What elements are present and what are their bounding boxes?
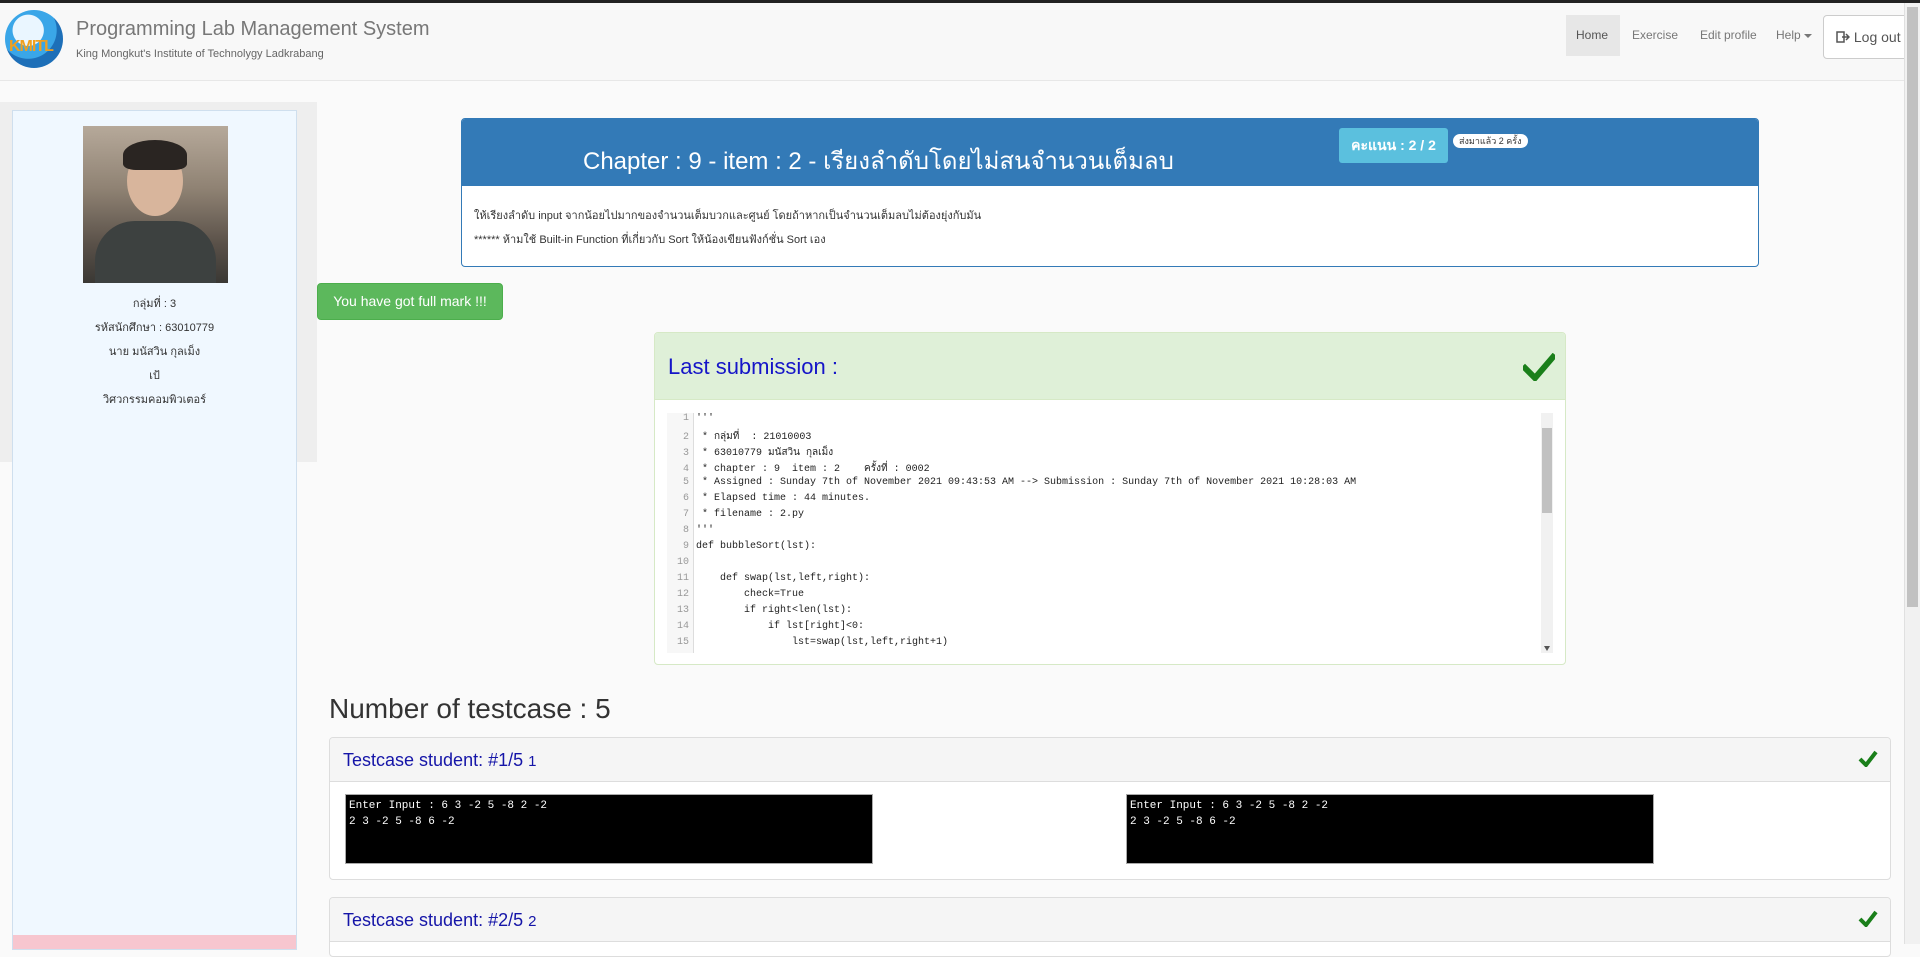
last-submission-panel: Last submission : 1 ''' 2 * กลุ่มที่ : 210… [654,332,1566,665]
check-icon [1858,750,1878,767]
line-number: 10 [667,557,693,568]
testcase-panel: Testcase student: #1/5 1 Enter Input : 6… [329,737,1891,880]
student-photo [83,126,228,283]
code-text: def swap(lst,left,right): [696,573,871,584]
code-line: 4 * chapter : 9 item : 2 ครั้งที่ : 0002 [667,461,930,477]
student-name: นาย มนัสวิน กุลเม็ง [108,346,201,358]
nav-help-dropdown[interactable]: Help [1766,15,1822,56]
line-number: 5 [667,477,693,488]
code-text: if right<len(lst): [696,605,853,616]
code-text: * กลุ่มที่ : 21010003 [696,432,812,443]
chapter-title: Chapter : 9 - item : 2 - เรียงลำดับโดยไม… [583,148,1174,175]
code-line: 13 if right<len(lst): [667,605,852,621]
testcase-count: Number of testcase : 5 [329,693,611,724]
sidebar-footer-strip [13,935,296,949]
nav-exercise[interactable]: Exercise [1622,15,1688,56]
code-text: check=True [696,589,805,600]
logout-button[interactable]: Log out [1823,15,1913,59]
line-number: 1 [667,413,693,424]
student-group: กลุ่มที่ : 3 [132,298,177,310]
code-line: 11 def swap(lst,left,right): [667,573,870,589]
submission-count-badge: ส่งมาแล้ว 2 ครั้ง [1453,134,1528,148]
scroll-down-icon[interactable] [1544,646,1550,651]
nav-home[interactable]: Home [1566,15,1620,56]
student-output-textarea[interactable]: Enter Input : 6 3 -2 5 -8 2 -2 2 3 -2 5 … [345,794,873,864]
line-number: 2 [667,432,693,443]
last-submission-header: Last submission : [655,333,1565,400]
code-line: 1 ''' [667,413,714,429]
sign-out-icon [1836,31,1851,43]
testcase-panel: Testcase student: #2/5 2 [329,897,1891,957]
line-number: 14 [667,621,693,632]
code-line: 2 * กลุ่มที่ : 21010003 [667,429,811,445]
code-line: 8 ''' [667,525,714,541]
code-text: lst=swap(lst,left,right+1) [696,637,949,648]
chapter-panel: Chapter : 9 - item : 2 - เรียงลำดับโดยไม… [461,118,1759,267]
code-text: if lst[right]<0: [696,621,865,632]
testcase-title: Testcase student: #1/5 1 [343,750,537,770]
last-submission-title: Last submission : [668,354,838,379]
logout-label: Log out [1853,29,1901,45]
code-line: 10 [667,557,696,573]
line-number: 6 [667,493,693,504]
code-line: 3 * 63010779 มนัสวิน กุลเม็ง [667,445,833,461]
code-text: def bubbleSort(lst): [696,541,817,552]
code-scrollbar[interactable] [1541,413,1553,653]
code-text: * filename : 2.py [696,509,805,520]
student-profile-panel: กลุ่มที่ : 3 รหัสนักศึกษา : 63010779 นาย… [12,110,297,950]
brand-subtitle: King Mongkut's Institute of Technolygy L… [76,48,324,60]
student-nickname: เป้ [149,370,160,382]
full-mark-alert[interactable]: You have got full mark !!! [317,283,503,320]
code-text: * 63010779 มนัสวิน กุลเม็ง [696,448,834,459]
testcase-header: Testcase student: #1/5 1 [330,738,1890,782]
line-number: 9 [667,541,693,552]
code-text: ''' [696,413,715,424]
navbar: KMITL Programming Lab Management System … [0,3,1913,81]
caret-down-icon [1803,33,1812,38]
expected-output-textarea[interactable]: Enter Input : 6 3 -2 5 -8 2 -2 2 3 -2 5 … [1126,794,1654,864]
line-number: 11 [667,573,693,584]
code-line: 6 * Elapsed time : 44 minutes. [667,493,870,509]
check-icon [1858,910,1878,927]
testcase-header: Testcase student: #2/5 2 [330,898,1890,942]
code-line: 9 def bubbleSort(lst): [667,541,816,557]
line-number: 15 [667,637,693,648]
page-scrollbar[interactable] [1904,3,1920,944]
code-line: 14 if lst[right]<0: [667,621,864,637]
code-line: 7 * filename : 2.py [667,509,804,525]
student-faculty: วิศวกรรมคอมพิวเตอร์ [102,394,207,406]
nav-help-label: Help [1776,28,1801,42]
check-icon [1523,353,1555,381]
student-id: รหัสนักศึกษา : 63010779 [94,322,215,334]
line-number: 12 [667,589,693,600]
testcase-title: Testcase student: #2/5 2 [343,910,537,930]
code-viewer[interactable]: 1 ''' 2 * กลุ่มที่ : 21010003 3 * 63010779 … [667,413,1554,653]
line-number: 7 [667,509,693,520]
line-number: 13 [667,605,693,616]
page-scrollbar-thumb[interactable] [1907,7,1918,607]
code-line: 12 check=True [667,589,804,605]
chapter-header: Chapter : 9 - item : 2 - เรียงลำดับโดยไม… [462,119,1758,186]
score-button[interactable]: คะแนน : 2 / 2 [1339,128,1448,163]
chapter-rule: ****** ห้ามใช้ Built-in Function ที่เกี่… [474,234,826,246]
code-text: ''' [696,525,715,536]
code-scrollbar-thumb[interactable] [1542,428,1552,513]
code-text: * Assigned : Sunday 7th of November 2021… [696,477,1357,488]
chapter-description: ให้เรียงลำดับ input จากน้อยไปมากของจำนวน… [474,210,982,222]
code-text: * Elapsed time : 44 minutes. [696,493,871,504]
line-number: 3 [667,448,693,459]
line-number: 4 [667,464,693,475]
code-line: 5 * Assigned : Sunday 7th of November 20… [667,477,1356,493]
nav-edit-profile[interactable]: Edit profile [1690,15,1767,56]
brand-title[interactable]: Programming Lab Management System [76,18,430,41]
code-text: * chapter : 9 item : 2 ครั้งที่ : 0002 [696,464,930,475]
code-line: 15 lst=swap(lst,left,right+1) [667,637,948,653]
kmitl-logo[interactable]: KMITL [5,10,63,68]
line-number: 8 [667,525,693,536]
